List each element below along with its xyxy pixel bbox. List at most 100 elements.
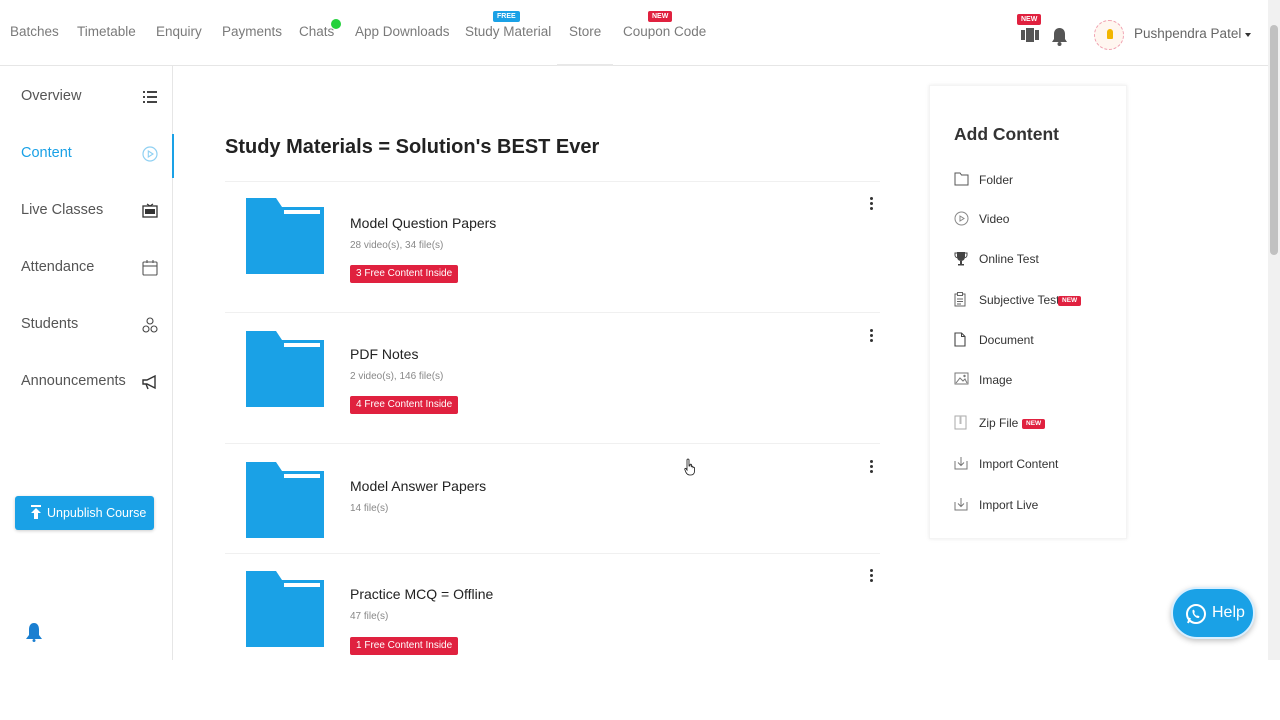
add-content-title: Add Content [954,124,1059,144]
app-new-badge: NEW [1017,14,1042,25]
sidebar-item-announcements[interactable]: Announcements [0,362,173,402]
nav-study-material-label: Study Material [465,24,552,39]
sidebar-item-label: Overview [21,88,82,104]
import-icon [954,457,968,470]
folder-name[interactable]: Model Question Papers [350,215,496,231]
folder-row-model-answer-papers[interactable]: Model Answer Papers 14 file(s) [225,444,880,554]
chats-online-dot [331,19,341,29]
folder-meta: 28 video(s), 34 file(s) [350,240,444,251]
free-content-badge: 1 Free Content Inside [350,637,459,655]
add-item-label: Video [979,212,1010,226]
add-item-label: Image [979,373,1013,387]
sidebar-item-label: Attendance [21,259,95,275]
more-options-icon[interactable] [869,569,875,583]
page-title: Study Materials = Solution's BEST Ever [225,136,600,158]
add-video-item[interactable]: Video [954,207,1124,231]
scrollbar-thumb[interactable] [1270,25,1278,255]
folder-icon [246,331,324,407]
play-circle-icon [954,211,969,226]
sidebar-item-label: Announcements [21,373,126,389]
sidebar-item-label: Content [21,145,72,161]
rec-icon [142,203,158,218]
nav-coupon-code-label: Coupon Code [623,24,707,39]
more-options-icon[interactable] [869,329,875,343]
add-document-item[interactable]: Document [954,328,1124,352]
clipboard-icon [954,292,966,307]
upload-icon [31,505,41,519]
zip-icon [954,415,967,430]
nav-payments[interactable]: Payments [222,24,282,39]
unpublish-course-button[interactable]: Unpublish Course [15,496,154,530]
add-online-test-item[interactable]: Online Test [954,247,1124,271]
folder-name[interactable]: Model Answer Papers [350,478,486,494]
sidebar-item-content[interactable]: Content [0,134,174,178]
students-icon [142,317,158,333]
top-navigation: Batches Timetable Enquiry Payments Chats… [0,0,1268,66]
nav-underline [557,64,613,66]
folder-row-practice-mcq[interactable]: Practice MCQ = Offline 47 file(s) 1 Free… [225,554,880,660]
add-content-panel: Add Content Folder Video Online Test Sub… [929,85,1127,539]
add-folder-item[interactable]: Folder [954,168,1124,192]
list-icon [143,91,157,103]
sidebar-item-attendance[interactable]: Attendance [0,248,173,288]
add-image-item[interactable]: Image [954,368,1124,392]
folder-row-model-question-papers[interactable]: Model Question Papers 28 video(s), 34 fi… [225,182,880,313]
bottom-blank-area [0,660,1280,720]
folder-meta: 47 file(s) [350,611,389,622]
user-name[interactable]: Pushpendra Patel [1134,26,1241,41]
nav-batches[interactable]: Batches [10,24,59,39]
import-icon [954,498,968,511]
megaphone-icon [142,374,156,390]
add-item-label: Online Test [979,252,1039,266]
avatar[interactable] [1094,20,1124,50]
whatsapp-icon [1186,604,1206,624]
nav-coupon-code[interactable]: Coupon Code NEW [623,11,707,39]
trophy-icon [954,252,968,266]
more-options-icon[interactable] [869,197,875,211]
unpublish-course-label: Unpublish Course [47,506,147,520]
help-button[interactable]: Help [1171,587,1255,639]
folder-icon [246,198,324,274]
add-item-label: Zip File [979,416,1019,430]
nav-enquiry[interactable]: Enquiry [156,24,202,39]
add-item-label: Import Content [979,457,1059,471]
folder-outline-icon [954,172,969,186]
add-subjective-test-item[interactable]: Subjective Test NEW [954,288,1124,312]
nav-study-material[interactable]: Study Material FREE [465,11,552,39]
sidebar-item-overview[interactable]: Overview [0,77,173,117]
sidebar-item-students[interactable]: Students [0,305,173,345]
add-zip-file-item[interactable]: Zip File NEW [954,411,1124,435]
add-import-live-item[interactable]: Import Live [954,493,1124,517]
new-badge: NEW [1058,296,1082,306]
add-item-label: Document [979,333,1034,347]
app-store-icon[interactable] [1021,28,1039,47]
notification-bell-icon[interactable] [1051,27,1068,51]
nav-store[interactable]: Store [569,24,601,39]
folder-icon [246,571,324,647]
nav-app-downloads[interactable]: App Downloads [355,24,450,39]
nav-chats[interactable]: Chats [299,24,334,39]
add-import-content-item[interactable]: Import Content [954,452,1124,476]
nav-timetable[interactable]: Timetable [77,24,136,39]
free-content-badge: 4 Free Content Inside [350,396,459,414]
folder-name[interactable]: PDF Notes [350,346,418,362]
sidebar-item-label: Students [21,316,79,332]
sidebar-item-live-classes[interactable]: Live Classes [0,191,173,231]
more-options-icon[interactable] [869,460,875,474]
image-icon [954,372,969,385]
sidebar: Overview Content Live Classes Attendance… [0,66,174,660]
folder-meta: 2 video(s), 146 file(s) [350,371,444,382]
hand-cursor-icon [684,458,695,476]
chevron-down-icon[interactable] [1245,33,1251,37]
folder-row-pdf-notes[interactable]: PDF Notes 2 video(s), 146 file(s) 4 Free… [225,313,880,444]
calendar-icon [142,260,158,276]
app: Batches Timetable Enquiry Payments Chats… [0,0,1280,720]
new-badge: NEW [648,11,673,22]
sidebar-item-label: Live Classes [21,202,104,218]
folder-icon [246,462,324,538]
new-badge: NEW [1022,419,1046,429]
help-label: Help [1212,604,1245,621]
sidebar-bell-icon[interactable] [25,622,43,647]
folder-name[interactable]: Practice MCQ = Offline [350,586,493,602]
add-item-label: Import Live [979,498,1039,512]
